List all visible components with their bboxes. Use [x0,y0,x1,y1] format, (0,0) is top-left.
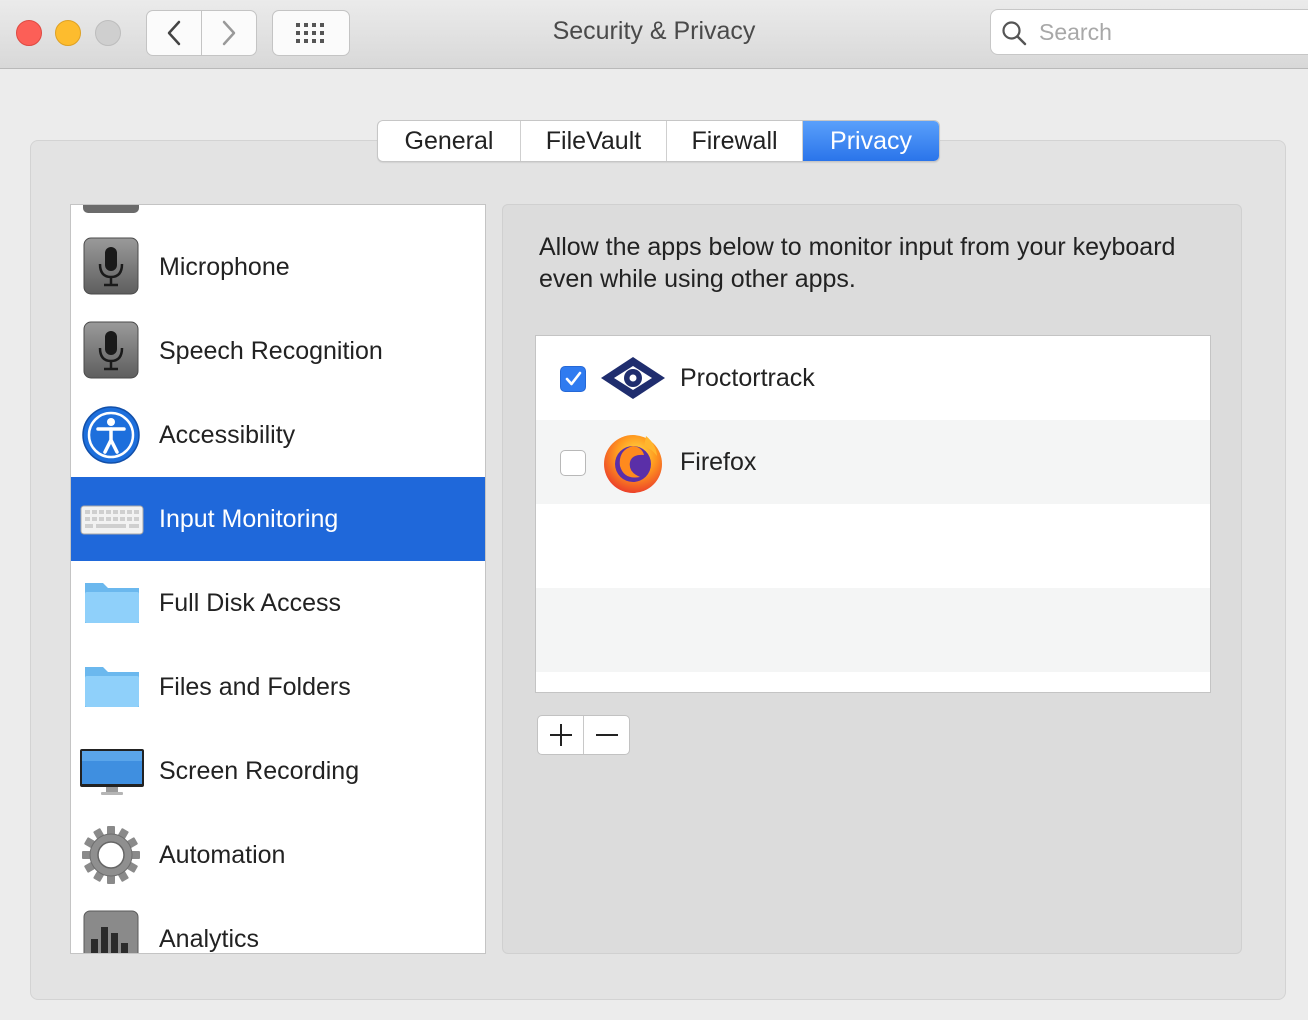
sidebar-item-microphone[interactable]: Microphone [71,225,485,309]
sidebar-item-label: Microphone [159,252,290,281]
app-list[interactable]: Proctortrack Firefox [535,335,1211,693]
app-row-proctortrack[interactable]: Proctortrack [536,336,1210,420]
sidebar-item-label: Screen Recording [159,756,360,785]
scrolled-item-icon [83,205,139,213]
plus-icon [549,724,572,746]
privacy-category-list[interactable]: Microphone Speech Recognition Accessibil… [70,204,486,954]
sidebar-item-files-and-folders[interactable]: Files and Folders [71,645,485,729]
app-row-firefox[interactable]: Firefox [536,420,1210,504]
sidebar-item-label: Automation [159,840,286,869]
microphone-icon [83,321,139,379]
folder-icon [85,667,139,707]
firefox-icon [604,435,662,493]
sidebar-item-automation[interactable]: Automation [71,813,485,897]
sidebar-item-speech-recognition[interactable]: Speech Recognition [71,309,485,393]
microphone-icon [83,237,139,295]
sidebar-item-screen-recording[interactable]: Screen Recording [71,729,485,813]
sidebar-item-label: Speech Recognition [159,336,383,365]
accessibility-icon [82,406,140,464]
app-name: Firefox [680,448,757,476]
proctortrack-icon [601,357,665,399]
empty-row [536,504,1210,588]
sidebar-item-label: Full Disk Access [159,588,341,617]
gear-icon [82,826,140,884]
sidebar-item-input-monitoring[interactable]: Input Monitoring [71,477,485,561]
proctortrack-checkbox[interactable] [560,366,586,392]
analytics-icon [83,910,139,953]
search-field[interactable] [990,9,1308,55]
sidebar-item-label: Input Monitoring [159,504,339,533]
title-bar: Security & Privacy [0,0,1308,69]
minus-icon [595,734,618,736]
search-input[interactable] [1037,16,1301,48]
sidebar-item-analytics[interactable]: Analytics [71,897,485,953]
keyboard-icon [80,505,144,535]
tab-filevault[interactable]: FileVault [521,121,667,161]
search-icon [1002,21,1027,46]
sidebar-item-label: Files and Folders [159,672,351,701]
tab-firewall[interactable]: Firewall [667,121,803,161]
tab-general[interactable]: General [378,121,521,161]
tab-bar: General FileVault Firewall Privacy [377,120,940,162]
panel-description: Allow the apps below to monitor input fr… [539,233,1176,293]
add-remove-control [537,715,630,755]
sidebar-item-full-disk-access[interactable]: Full Disk Access [71,561,485,645]
empty-row [536,588,1210,672]
tab-privacy[interactable]: Privacy [803,121,939,161]
input-monitoring-panel: Allow the apps below to monitor input fr… [502,204,1242,954]
remove-app-button[interactable] [584,716,629,754]
firefox-checkbox[interactable] [560,450,586,476]
sidebar-item-label: Analytics [159,924,260,953]
add-app-button[interactable] [538,716,584,754]
app-name: Proctortrack [680,364,815,392]
folder-icon [85,583,139,623]
checkmark-icon [565,371,582,386]
sidebar-item-accessibility[interactable]: Accessibility [71,393,485,477]
sidebar-item-label: Accessibility [159,420,296,449]
monitor-icon [80,749,144,795]
